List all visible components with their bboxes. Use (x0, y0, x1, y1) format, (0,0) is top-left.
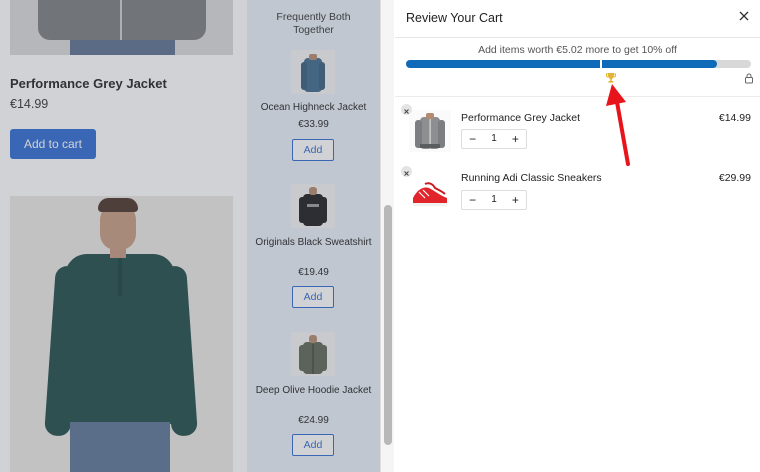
progress-milestone-marker (600, 58, 602, 70)
progress-divider (395, 96, 760, 97)
scrollbar-thumb[interactable] (384, 205, 392, 445)
quantity-stepper: − 1 + (461, 190, 527, 210)
discount-progress-fill (406, 60, 717, 68)
cart-item: Running Adi Classic Sneakers €29.99 − 1 … (395, 166, 760, 226)
trophy-icon (605, 71, 617, 83)
increase-quantity-button[interactable]: + (505, 130, 526, 148)
quantity-value[interactable]: 1 (483, 191, 504, 209)
cart-title: Review Your Cart (406, 11, 503, 25)
increase-quantity-button[interactable]: + (505, 191, 526, 209)
cart-drawer: Review Your Cart Add items worth €5.02 m… (395, 0, 760, 472)
discount-progress-bar (406, 60, 751, 68)
header-divider (395, 37, 760, 38)
remove-item-icon[interactable] (401, 104, 412, 115)
decrease-quantity-button[interactable]: − (462, 191, 483, 209)
quantity-value[interactable]: 1 (483, 130, 504, 148)
page-scrollbar[interactable] (380, 0, 394, 472)
remove-item-icon[interactable] (401, 166, 412, 177)
decrease-quantity-button[interactable]: − (462, 130, 483, 148)
quantity-stepper: − 1 + (461, 129, 527, 149)
cart-item-image[interactable] (409, 172, 451, 214)
close-icon[interactable] (736, 8, 752, 24)
lock-icon (743, 71, 755, 84)
discount-progress-message: Add items worth €5.02 more to get 10% of… (478, 44, 677, 56)
cart-item-image[interactable] (409, 110, 451, 152)
cart-item-price: €14.99 (718, 112, 751, 124)
cart-item-price: €29.99 (718, 172, 751, 184)
cart-item-name[interactable]: Running Adi Classic Sneakers (461, 172, 602, 184)
overlay-backdrop[interactable] (0, 0, 380, 472)
cart-item-name[interactable]: Performance Grey Jacket (461, 112, 580, 124)
cart-item: Performance Grey Jacket €14.99 − 1 + (395, 104, 760, 164)
